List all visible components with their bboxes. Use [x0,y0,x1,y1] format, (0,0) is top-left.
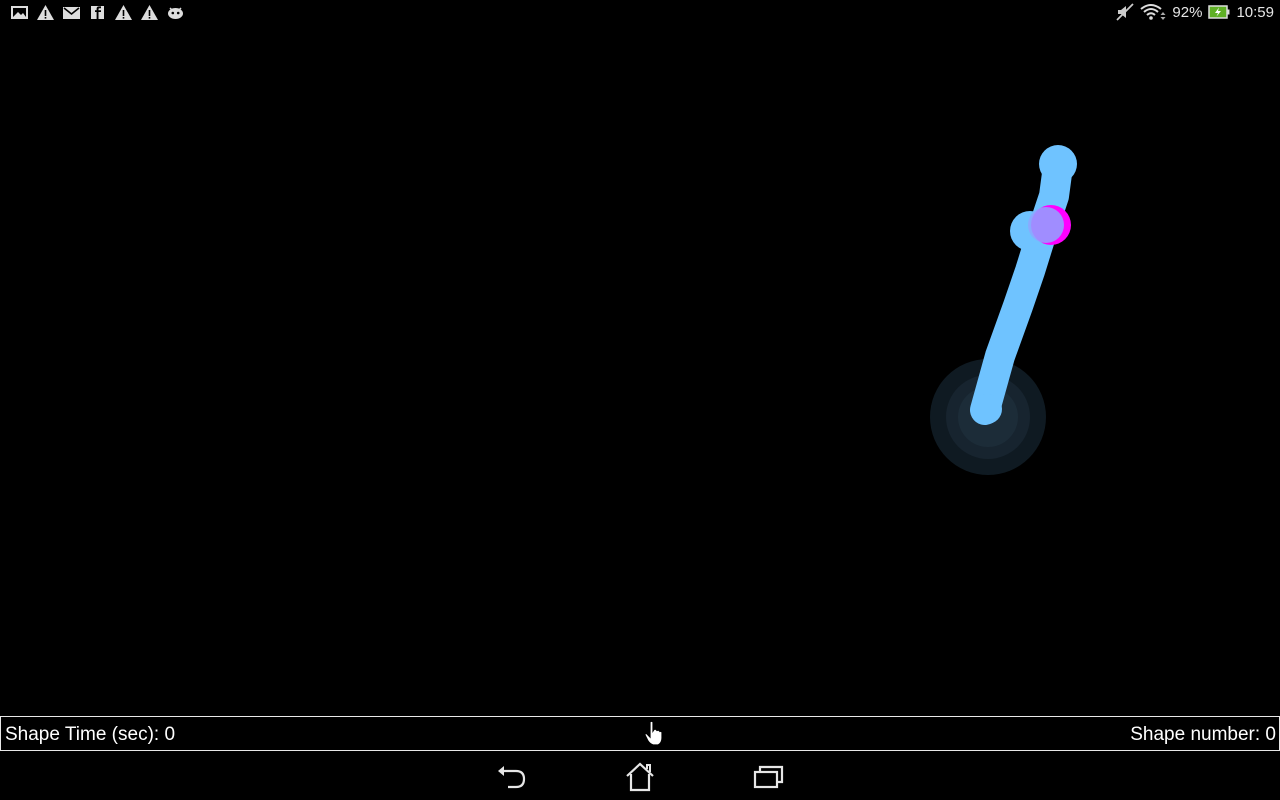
system-status: 92% 10:59 [1116,3,1274,21]
home-button[interactable] [622,761,658,793]
navigation-bar [0,751,1280,800]
warning-icon [115,5,132,20]
drawing-canvas[interactable] [0,26,1280,716]
screen: 92% 10:59 Shape Time (sec): 0 Shape numb… [0,0,1280,800]
home-icon [626,762,654,792]
info-bar: Shape Time (sec): 0 Shape number: 0 [0,716,1280,751]
recent-apps-icon [753,765,784,789]
back-button[interactable] [494,761,530,793]
status-bar: 92% 10:59 [0,0,1280,26]
android-icon [168,7,183,19]
notification-icons [10,4,185,21]
shape-number-label: Shape number: 0 [1130,724,1276,745]
clock: 10:59 [1236,3,1274,21]
back-icon [498,766,526,789]
battery-charging-icon [1208,5,1230,19]
gmail-icon [63,7,80,19]
recent-apps-button[interactable] [750,761,786,793]
sound-muted-icon [1116,3,1135,21]
shape-time-label: Shape Time (sec): 0 [5,724,176,745]
warning-icon [37,5,54,20]
wifi-icon [1140,4,1166,20]
gallery-icon [11,6,28,19]
battery-percent: 92% [1172,3,1203,21]
hand-pointer-icon [644,720,663,746]
warning-icon [141,5,158,20]
facebook-icon [91,6,104,20]
